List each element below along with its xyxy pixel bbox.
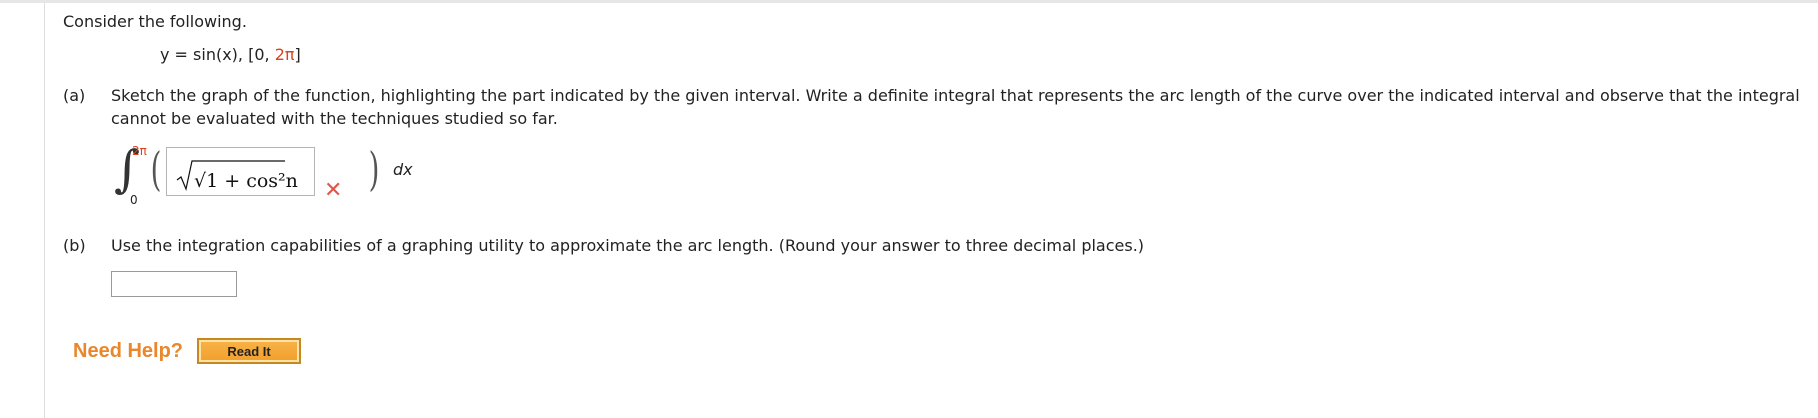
question-body: Consider the following. y = sin(x), [0, …	[63, 10, 1803, 297]
part-b-body: Use the integration capabilities of a gr…	[111, 234, 1803, 297]
integrand-math: √1 + cos²n	[176, 160, 298, 192]
integral-upper-limit: 2π	[132, 144, 147, 158]
help-row: Need Help? Read It	[73, 338, 302, 364]
part-b: (b) Use the integration capabilities of …	[63, 234, 1803, 297]
given-interval-upper: 2π	[274, 45, 295, 64]
left-paren: (	[150, 142, 162, 196]
part-a-prompt: Sketch the graph of the function, highli…	[111, 86, 1800, 128]
integrand-answer-box[interactable]: √1 + cos²n	[166, 147, 315, 196]
top-divider	[0, 0, 1818, 3]
given-function: y = sin(x), [0, 2π]	[160, 43, 1803, 66]
question-page: Consider the following. y = sin(x), [0, …	[0, 0, 1818, 418]
part-b-letter: (b)	[63, 236, 86, 255]
left-divider	[44, 3, 45, 418]
integral-expression: ∫ 2π 0 ( √1 + cos²n ✕ ) dx	[111, 138, 1803, 210]
integral-lower-limit: 0	[130, 193, 138, 207]
right-paren: )	[368, 142, 380, 196]
given-interval-close: ]	[294, 45, 301, 64]
integrand-text: √1 + cos²n	[194, 170, 298, 192]
arc-length-answer-input[interactable]	[111, 271, 237, 297]
need-help-label: Need Help?	[73, 339, 184, 362]
part-a: (a) Sketch the graph of the function, hi…	[63, 84, 1803, 210]
part-a-letter: (a)	[63, 86, 86, 105]
x-mark-icon: ✕	[324, 178, 343, 203]
part-a-body: Sketch the graph of the function, highli…	[111, 84, 1803, 210]
part-b-prompt: Use the integration capabilities of a gr…	[111, 236, 1145, 255]
read-it-button[interactable]: Read It	[197, 338, 302, 364]
question-intro: Consider the following.	[63, 12, 247, 31]
differential-dx: dx	[393, 160, 413, 179]
given-function-text: y = sin(x), [0,	[160, 45, 275, 64]
